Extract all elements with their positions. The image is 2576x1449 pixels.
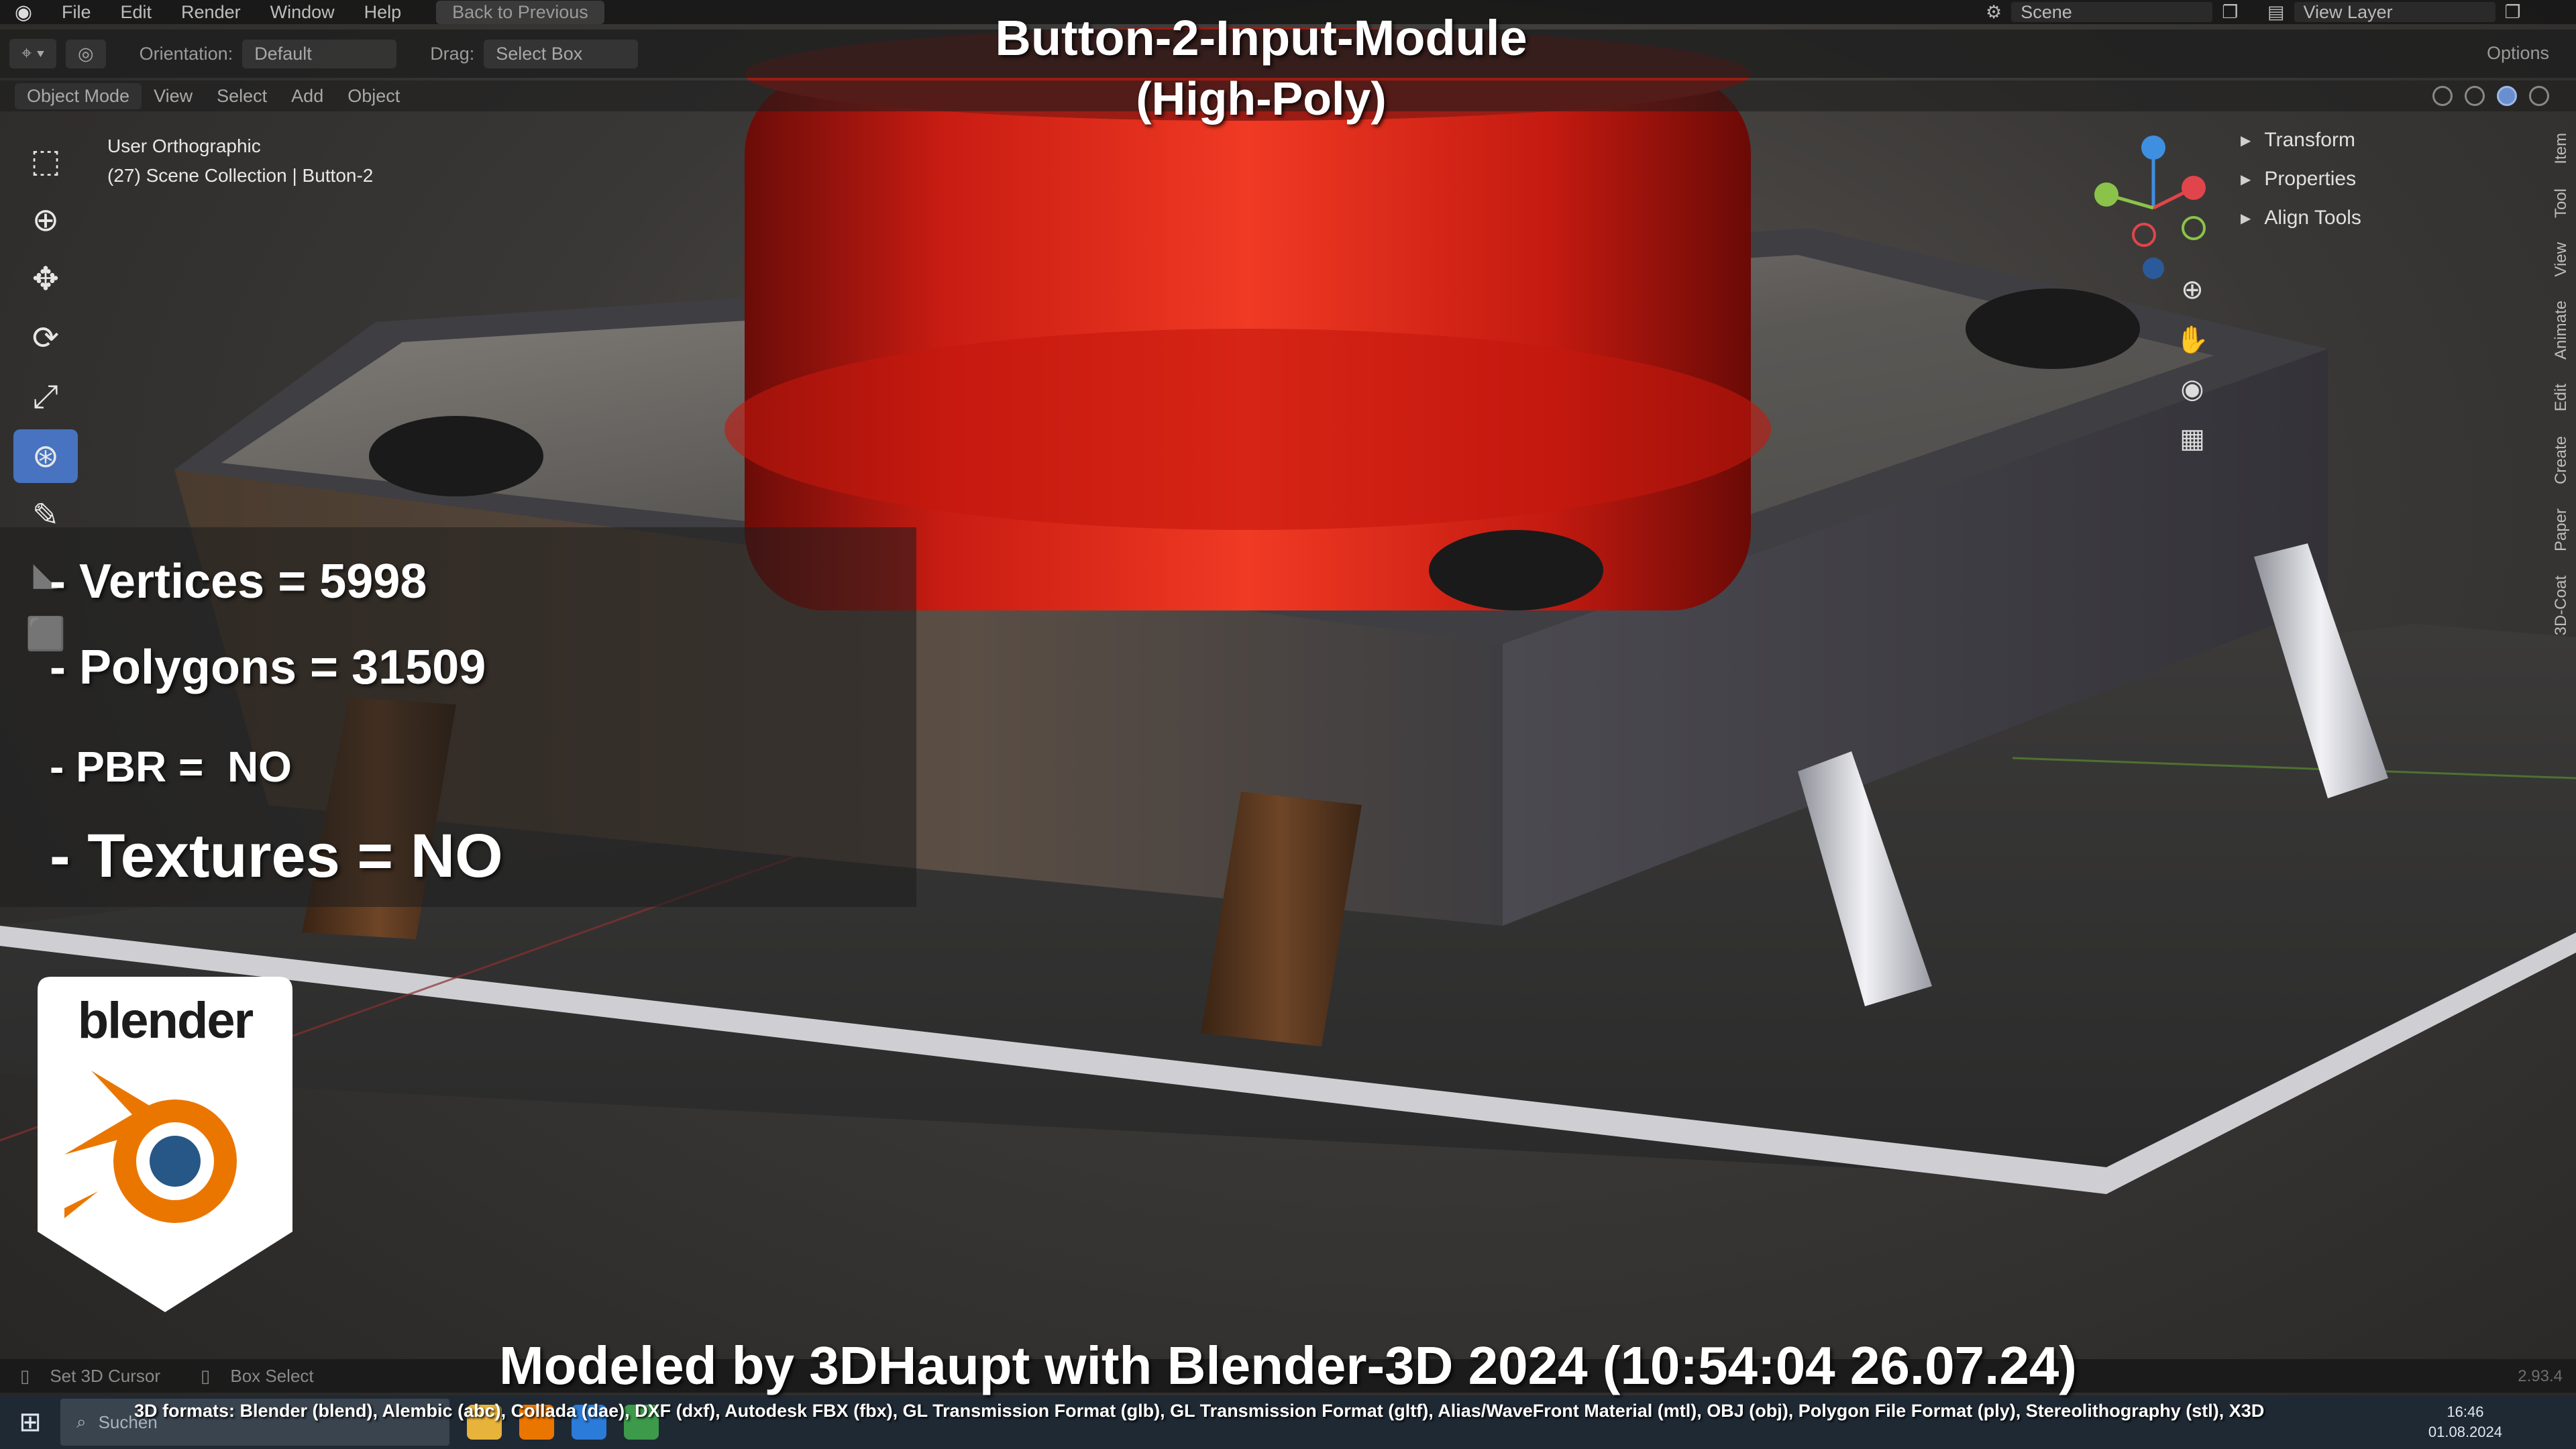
textures-stat: - Textures = NO (50, 822, 503, 890)
menu-edit[interactable]: Edit (106, 2, 167, 23)
taskbar-clock[interactable]: 16:46 01.08.2024 (2428, 1402, 2502, 1442)
panel-transform-label: Transform (2264, 129, 2355, 151)
tab-3d-coat[interactable]: 3D-Coat (2549, 564, 2573, 647)
search-icon: ⌕ (76, 1411, 87, 1432)
collapse-arrow-icon: ▶ (2241, 133, 2251, 148)
collapse-arrow-icon: ▶ (2241, 211, 2251, 226)
tab-view[interactable]: View (2549, 230, 2573, 289)
panel-properties[interactable]: ▶ Properties (2241, 160, 2542, 199)
navigation-gizmo[interactable] (2080, 134, 2227, 282)
pbr-stat: - PBR = NO (50, 743, 292, 791)
scale-icon[interactable]: ⤢ (13, 370, 78, 424)
tab-item[interactable]: Item (2549, 121, 2573, 176)
clock-time: 16:46 (2447, 1403, 2484, 1420)
tool-mode-icon[interactable]: ⌖ ▾ (9, 39, 57, 68)
zoom-icon[interactable]: ⊕ (2171, 268, 2214, 311)
clock-date: 01.08.2024 (2428, 1424, 2502, 1440)
panel-transform[interactable]: ▶ Transform (2241, 121, 2542, 160)
wireframe-shading-icon[interactable] (2432, 86, 2453, 106)
blender-logo: blender (38, 977, 292, 1312)
collection-name: (27) Scene Collection | Button-2 (107, 165, 374, 186)
cursor-icon[interactable]: ⊕ (13, 193, 78, 247)
rendered-shading-icon[interactable] (2529, 86, 2549, 106)
rotate-icon[interactable]: ⟳ (13, 311, 78, 365)
title-line-1: Button-2-Input-Module (995, 10, 1527, 66)
blender-wordmark: blender (77, 992, 254, 1049)
tab-tool[interactable]: Tool (2549, 176, 2573, 230)
video-title: Button-2-Input-Module (High-Poly) (926, 7, 1597, 127)
scene-icon: ⚙ (1986, 1, 2002, 22)
viewport-nav-buttons: ⊕ ✋ ◉ ▦ (2171, 268, 2218, 467)
new-view-layer-icon[interactable]: ❐ (2505, 2, 2521, 23)
material-shading-icon[interactable] (2497, 86, 2517, 106)
header-add[interactable]: Add (279, 86, 335, 107)
scene-field[interactable]: Scene (2011, 2, 2213, 22)
grid-icon[interactable]: ▦ (2171, 417, 2214, 460)
drag-select[interactable]: Select Box (484, 39, 639, 68)
new-scene-icon[interactable]: ❐ (2222, 2, 2238, 23)
tab-edit[interactable]: Edit (2549, 372, 2573, 423)
move-icon[interactable]: ✥ (13, 252, 78, 306)
menu-help[interactable]: Help (350, 2, 417, 23)
view-layer-icon: ▤ (2267, 1, 2285, 22)
view-layer-field[interactable]: View Layer (2294, 2, 2496, 22)
header-object[interactable]: Object (335, 86, 412, 107)
options-button[interactable]: Options (2487, 43, 2549, 64)
tab-animate[interactable]: Animate (2549, 288, 2573, 372)
panel-align-tools-label: Align Tools (2264, 207, 2361, 229)
header-select[interactable]: Select (205, 86, 279, 107)
scene-selector[interactable]: ⚙ Scene ❐ (1986, 0, 2238, 24)
transform-pivot-icon[interactable]: ◎ (66, 39, 106, 68)
viewport-info: User Orthographic (27) Scene Collection … (107, 131, 373, 191)
windows-start-icon[interactable]: ⊞ (0, 1407, 60, 1438)
tab-paper[interactable]: Paper (2549, 496, 2573, 564)
panel-properties-label: Properties (2264, 168, 2357, 190)
solid-shading-icon[interactable] (2465, 86, 2485, 106)
sidebar-panel: ▶ Transform ▶ Properties ▶ Align Tools (2241, 121, 2542, 237)
orientation-select[interactable]: Default (242, 39, 397, 68)
transform-icon[interactable]: ⊛ (13, 429, 78, 483)
mode-select[interactable]: Object Mode (15, 83, 142, 109)
blender-menu-icon[interactable]: ◉ (0, 1, 47, 24)
drag-label: Drag: (430, 43, 475, 64)
menu-window[interactable]: Window (256, 2, 350, 23)
menu-file[interactable]: File (47, 2, 106, 23)
shading-controls (2432, 86, 2549, 106)
view-layer-selector[interactable]: ▤ View Layer ❐ (2267, 0, 2521, 24)
vertices-stat: - Vertices = 5998 (50, 555, 427, 608)
camera-icon[interactable]: ◉ (2171, 368, 2214, 411)
select-box-icon[interactable]: ⬚ (13, 134, 78, 188)
credit-caption: Modeled by 3DHaupt with Blender-3D 2024 … (499, 1336, 2077, 1395)
panel-align-tools[interactable]: ▶ Align Tools (2241, 199, 2542, 237)
title-line-2: (High-Poly) (1136, 72, 1387, 125)
pan-hand-icon[interactable]: ✋ (2171, 318, 2214, 361)
view-name: User Orthographic (107, 136, 261, 156)
model-stats-box: - Vertices = 5998 - Polygons = 31509 - P… (0, 527, 916, 907)
back-to-previous-button[interactable]: Back to Previous (436, 0, 604, 24)
formats-caption: 3D formats: Blender (blend), Alembic (ab… (134, 1401, 2265, 1421)
sidebar-tabs: Item Tool View Animate Edit Create Paper… (2549, 121, 2576, 647)
header-view[interactable]: View (142, 86, 205, 107)
orientation-label: Orientation: (139, 43, 233, 64)
menu-render[interactable]: Render (166, 2, 256, 23)
polygons-stat: - Polygons = 31509 (50, 641, 486, 694)
collapse-arrow-icon: ▶ (2241, 172, 2251, 187)
tab-create[interactable]: Create (2549, 424, 2573, 496)
